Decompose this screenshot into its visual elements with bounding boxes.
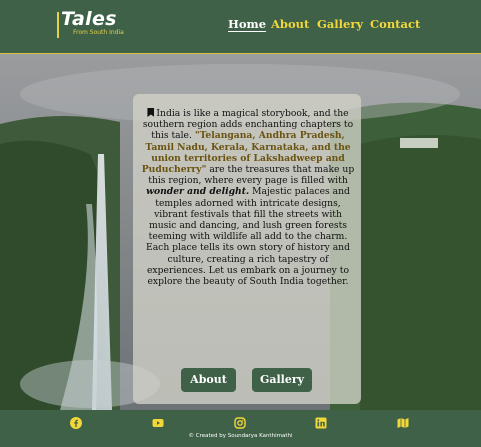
bookmark-icon	[147, 108, 155, 117]
logo[interactable]: Tales From South India	[57, 8, 137, 40]
footer	[0, 410, 481, 447]
about-button[interactable]: About	[181, 368, 236, 392]
nav-about-link[interactable]: About	[271, 17, 309, 31]
gallery-button[interactable]: Gallery	[252, 368, 312, 392]
linkedin-icon[interactable]	[315, 417, 327, 429]
nav-home-link[interactable]: Home	[228, 17, 266, 31]
logo-bar	[57, 12, 59, 38]
instagram-icon[interactable]	[234, 417, 246, 429]
header: Tales From South India Home About Galler…	[0, 0, 481, 54]
nav-gallery-link[interactable]: Gallery	[317, 17, 363, 31]
map-icon[interactable]	[397, 417, 409, 429]
youtube-icon[interactable]	[152, 417, 164, 429]
description-body: Majestic palaces and temples adorned wit…	[146, 186, 350, 288]
nav-contact-link[interactable]: Contact	[370, 17, 420, 31]
logo-subtitle: From South India	[73, 29, 124, 36]
intro-text: India is like a magical storybook, and t…	[140, 108, 356, 287]
logo-title: Tales	[61, 8, 117, 30]
wonder-emphasis: wonder and delight.	[146, 186, 250, 198]
facebook-icon[interactable]	[70, 417, 82, 429]
footer-credit: © Created by Soundarya Kanthimathi	[188, 433, 293, 439]
